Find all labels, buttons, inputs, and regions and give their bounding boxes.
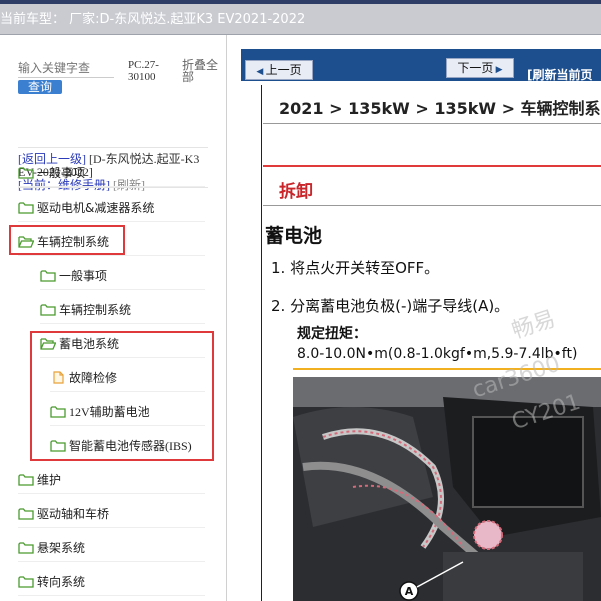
tree-item[interactable]: 驱动电机&减速器系统 — [18, 197, 154, 217]
refresh-link[interactable]: [刷新] — [113, 178, 145, 192]
prev-page-label: 上一页 — [265, 63, 302, 77]
collapse-all-link[interactable]: 折叠全部 — [182, 59, 224, 83]
search-button[interactable]: 查询 — [18, 80, 62, 94]
step-1: 1. 将点火开关转至OFF。 — [271, 257, 439, 278]
tree-row-divider — [40, 289, 205, 290]
tree-item-label: 一般事项 — [37, 165, 86, 180]
right-pane: ◀ 上一页 下一页 ▶ [刷新当前页 2021 > 135kW > 135kW … — [241, 35, 601, 601]
callout-a: A — [405, 585, 414, 598]
section-title: 拆卸 — [279, 182, 313, 202]
tree-row-divider — [18, 221, 205, 222]
tree-item-label: 维护 — [37, 472, 62, 487]
section-bar — [263, 165, 601, 167]
step-text: 将点火开关转至OFF。 — [290, 259, 440, 277]
next-page-button[interactable]: 下一页 ▶ — [446, 58, 514, 78]
divider — [18, 147, 208, 148]
folder-icon — [18, 473, 34, 486]
tree-item-label: 驱动电机&减速器系统 — [37, 200, 155, 215]
watermark: 畅易 — [508, 306, 559, 345]
tree-item-label: 车辆控制系统 — [59, 302, 132, 317]
tree-item-label: 驱动轴和车桥 — [37, 506, 110, 521]
search-input[interactable] — [18, 59, 114, 78]
tree-row-divider — [18, 255, 205, 256]
tree-row-divider — [18, 561, 205, 562]
step-2: 2. 分离蓄电池负极(-)端子导线(A)。 — [271, 295, 509, 316]
page-navbar: ◀ 上一页 下一页 ▶ [刷新当前页 — [241, 49, 601, 83]
folder-icon — [40, 303, 56, 316]
folder-icon — [18, 201, 34, 214]
pane-splitter[interactable] — [226, 35, 227, 601]
tree-row-divider — [18, 595, 205, 596]
divider — [18, 187, 208, 188]
torque-label: 规定扭矩： — [297, 326, 367, 342]
step-number: 2. — [271, 297, 286, 315]
left-arrow-icon: ◀ — [256, 66, 266, 76]
prev-page-button[interactable]: ◀ 上一页 — [245, 60, 313, 80]
next-page-label: 下一页 — [457, 61, 494, 75]
tree-item[interactable]: 驱动轴和车桥 — [18, 503, 109, 523]
folder-icon — [18, 541, 34, 554]
doc-border — [261, 85, 262, 601]
section-divider — [263, 205, 601, 206]
tree-item[interactable]: 一般事项 — [40, 265, 107, 285]
left-pane: 查询 PC.27-30100 折叠全部 [返回上一级] [D-东风悦达.起亚-K… — [0, 35, 227, 601]
step-number: 1. — [271, 259, 286, 277]
tree-row-divider — [18, 527, 205, 528]
tree-item[interactable]: 悬架系统 — [18, 537, 85, 557]
titlebar-top-strip — [0, 0, 601, 4]
window-title: 当前车型： 厂家:D-东风悦达.起亚K3 EV2021-2022 — [0, 12, 306, 27]
pc-code-label: PC.27-30100 — [128, 59, 159, 83]
highlight-box-vehicle-control — [9, 225, 125, 255]
doc-heading: 蓄电池 — [265, 225, 323, 247]
folder-icon — [18, 507, 34, 520]
folder-icon — [18, 575, 34, 588]
tree-item-label: 转向系统 — [37, 574, 86, 589]
tree-item[interactable]: 车辆控制系统 — [40, 299, 131, 319]
tree-row-divider — [40, 323, 205, 324]
doc-divider — [263, 123, 601, 124]
window-titlebar: 当前车型： 厂家:D-东风悦达.起亚K3 EV2021-2022 — [0, 0, 601, 35]
highlight-box-battery-system — [30, 331, 214, 461]
tree-item[interactable]: 维护 — [18, 469, 61, 489]
search-area: 查询 PC.27-30100 折叠全部 — [18, 59, 218, 119]
doc-breadcrumb: 2021 > 135kW > 135kW > 车辆控制系 — [279, 99, 601, 118]
right-arrow-icon: ▶ — [493, 64, 503, 74]
folder-icon — [18, 166, 34, 179]
tree-row-divider — [18, 186, 205, 187]
tree-item[interactable]: 转向系统 — [18, 571, 85, 591]
tree-item[interactable]: 一般事项 — [18, 162, 85, 182]
folder-icon — [40, 269, 56, 282]
tree-item-label: 一般事项 — [59, 268, 108, 283]
tree-row-divider — [18, 493, 205, 494]
refresh-page-link[interactable]: [刷新当前页 — [527, 66, 593, 83]
step-text: 分离蓄电池负极(-)端子导线(A)。 — [290, 297, 510, 315]
tree-item-label: 悬架系统 — [37, 540, 86, 555]
